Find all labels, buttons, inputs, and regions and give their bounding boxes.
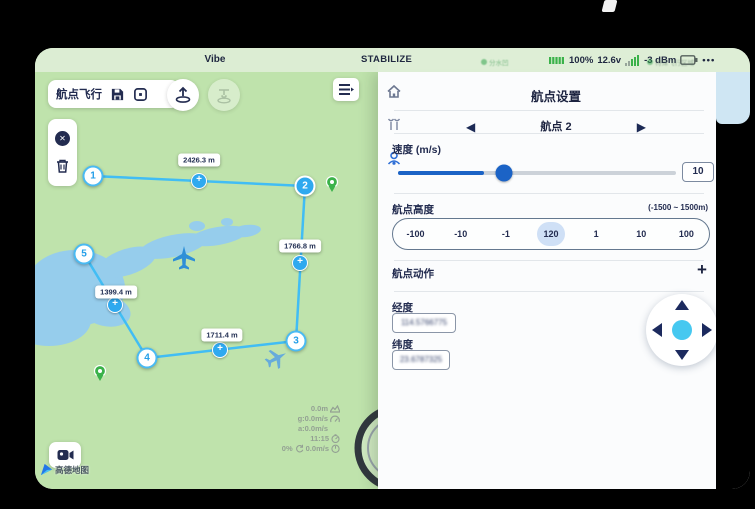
altitude-step-plus-100[interactable]: 100 bbox=[672, 222, 700, 246]
altitude-step-minus-10[interactable]: -10 bbox=[447, 222, 475, 246]
upload-icon bbox=[175, 86, 191, 103]
segment-distance-label: 1399.4 m bbox=[95, 285, 137, 299]
poi-ghost-label: 特殊飞行区域 bbox=[647, 57, 694, 67]
poi-pin[interactable] bbox=[93, 364, 107, 387]
map-corner-remnant bbox=[716, 72, 750, 124]
nudge-up-button[interactable] bbox=[675, 300, 689, 310]
speed-slider-fill bbox=[398, 171, 484, 175]
latitude-input[interactable]: 23.6787325 bbox=[392, 350, 450, 370]
segment-distance-label: 2426.3 m bbox=[178, 153, 220, 167]
altitude-step-group: -100 -10 -1 120 1 10 100 bbox=[392, 218, 710, 250]
altitude-step-minus-100[interactable]: -100 bbox=[402, 222, 430, 246]
battery-percent: 100% bbox=[569, 54, 594, 66]
antenna-icon[interactable] bbox=[386, 117, 402, 132]
dpad-center-button[interactable] bbox=[672, 320, 692, 340]
flight-mode-indicator[interactable]: STABILIZE bbox=[361, 48, 412, 72]
battery-voltage: 12.6v bbox=[597, 54, 622, 66]
waypoint-marker-5[interactable]: 5 bbox=[73, 243, 95, 265]
speed-slider[interactable] bbox=[398, 164, 676, 182]
altitude-range-note: (-1500 ~ 1500m) bbox=[648, 203, 708, 212]
nudge-right-button[interactable] bbox=[702, 323, 712, 337]
map-canvas[interactable]: 1 2 3 4 5 + + + + 2426.3 m 1766.8 m 1711… bbox=[35, 48, 378, 489]
device-screen: 1 2 3 4 5 + + + + 2426.3 m 1766.8 m 1711… bbox=[35, 48, 750, 489]
waypoint-actions-label: 航点动作 bbox=[392, 268, 434, 280]
position-nudge-dpad bbox=[646, 294, 718, 366]
map-attribution-text: 高德地图 bbox=[55, 464, 90, 475]
poi-dot-icon bbox=[481, 59, 487, 65]
lake-shape bbox=[35, 218, 261, 346]
divider bbox=[394, 110, 704, 111]
top-overlay-artifact bbox=[601, 0, 618, 12]
altitude-label: 航点高度 bbox=[392, 204, 434, 216]
video-camera-icon bbox=[57, 450, 73, 460]
insert-waypoint-button[interactable]: + bbox=[107, 297, 123, 313]
more-options-button[interactable]: ••• bbox=[702, 55, 715, 66]
edit-tools: ✕ bbox=[48, 119, 77, 186]
menu-list-icon bbox=[339, 84, 354, 95]
waypoint-marker-4[interactable]: 4 bbox=[136, 347, 158, 369]
divider bbox=[394, 260, 704, 261]
insert-waypoint-button[interactable]: + bbox=[292, 255, 308, 271]
poi-dot-icon bbox=[647, 59, 653, 65]
add-action-button[interactable]: + bbox=[692, 260, 712, 280]
app-title: Vibe bbox=[204, 54, 226, 65]
waypoint-marker-2-selected[interactable]: 2 bbox=[294, 175, 316, 197]
insert-waypoint-button[interactable]: + bbox=[191, 173, 207, 189]
flight-time-value: 11:15 bbox=[310, 434, 329, 443]
stopwatch-icon bbox=[331, 434, 340, 443]
battery-bars-icon bbox=[549, 57, 564, 64]
divider bbox=[394, 133, 704, 134]
screen-edge-mask bbox=[716, 72, 750, 489]
insert-waypoint-button[interactable]: + bbox=[212, 342, 228, 358]
app-frame: 1 2 3 4 5 + + + + 2426.3 m 1766.8 m 1711… bbox=[0, 0, 755, 509]
waypoint-toolbar: 航点飞行 bbox=[48, 80, 179, 108]
waypoint-mode-title: 航点飞行 bbox=[56, 89, 102, 101]
land-button-disabled[interactable] bbox=[208, 79, 240, 111]
home-icon[interactable] bbox=[386, 84, 402, 99]
timer-icon bbox=[331, 444, 340, 453]
ground-speed-value: g:0.0m/s bbox=[297, 414, 328, 423]
telemetry-readout: 0.0m g:0.0m/s a:0.0m/s 11:15 0% 0.0m/s bbox=[282, 404, 340, 453]
vertical-speed-value: 0.0m/s bbox=[305, 444, 329, 453]
amap-logo-icon bbox=[40, 463, 53, 476]
speed-gauge-icon bbox=[330, 415, 340, 422]
save-mission-icon[interactable] bbox=[110, 87, 125, 102]
load-mission-icon[interactable] bbox=[133, 87, 148, 102]
altitude-step-plus-1[interactable]: 1 bbox=[582, 222, 610, 246]
drone-landing-icon bbox=[217, 89, 231, 104]
mission-progress-value: 0% bbox=[281, 444, 293, 453]
waypoint-marker-1[interactable]: 1 bbox=[82, 165, 104, 187]
bird-landmark-icon bbox=[264, 349, 286, 369]
altitude-step-plus-10[interactable]: 10 bbox=[627, 222, 655, 246]
altitude-step-minus-1[interactable]: -1 bbox=[492, 222, 520, 246]
altitude-current-value[interactable]: 120 bbox=[536, 222, 565, 246]
divider bbox=[394, 193, 704, 194]
poi-pin[interactable] bbox=[325, 175, 339, 198]
longitude-input[interactable]: 114.5766775 bbox=[392, 313, 456, 333]
altitude-value: 0.0m bbox=[310, 404, 328, 413]
trash-icon[interactable] bbox=[55, 158, 70, 174]
speed-slider-knob[interactable] bbox=[495, 164, 513, 182]
refresh-icon bbox=[295, 444, 303, 453]
panel-title: 航点设置 bbox=[530, 90, 581, 104]
map-layers-menu-button[interactable] bbox=[333, 78, 359, 101]
map-attribution: 高德地图 bbox=[40, 463, 89, 476]
nudge-left-button[interactable] bbox=[652, 323, 662, 337]
nudge-down-button[interactable] bbox=[675, 350, 689, 360]
poi-ghost-label: 分水凹 bbox=[481, 57, 509, 67]
segment-distance-label: 1766.8 m bbox=[279, 239, 321, 253]
waypoint-settings-panel: 航点设置 ◀ 航点 2 ▶ 速度 (m/s) 10 航点高度 (-1500 ~ … bbox=[378, 72, 718, 489]
upload-mission-button[interactable] bbox=[167, 79, 199, 111]
signal-strength-icon bbox=[625, 54, 640, 66]
speed-label: 速度 (m/s) bbox=[392, 144, 442, 156]
divider bbox=[394, 291, 704, 292]
waypoint-marker-3[interactable]: 3 bbox=[285, 330, 307, 352]
status-bar: 分水凹 特殊飞行区域 Vibe STABILIZE 100% 12.6v -3 … bbox=[35, 48, 750, 72]
terrain-icon bbox=[330, 404, 340, 413]
air-speed-value: a:0.0m/s bbox=[297, 424, 328, 433]
close-icon[interactable]: ✕ bbox=[55, 131, 70, 146]
speed-value-input[interactable]: 10 bbox=[682, 162, 714, 182]
segment-distance-label: 1711.4 m bbox=[201, 328, 243, 342]
